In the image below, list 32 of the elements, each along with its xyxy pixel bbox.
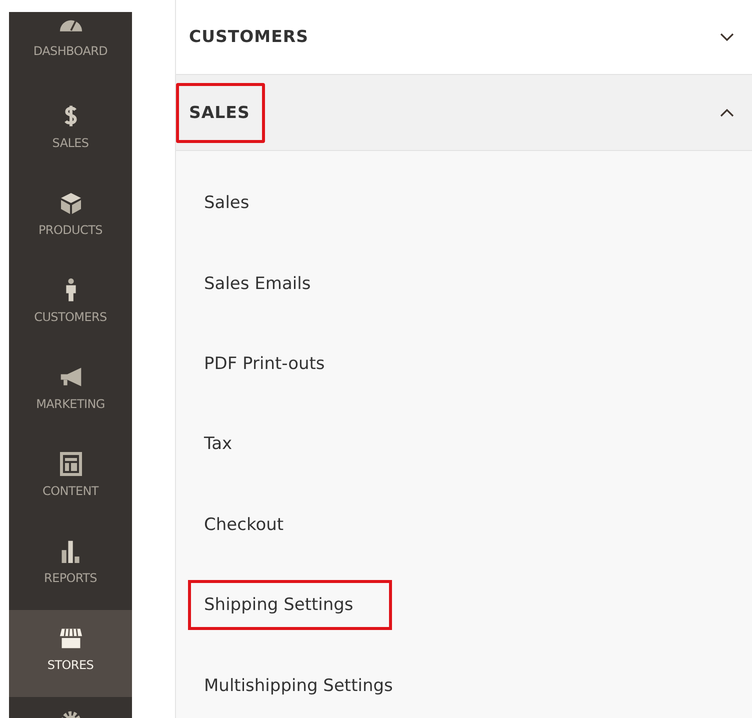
layout-icon: [58, 452, 82, 476]
nav-item[interactable]: CUSTOMERS: [9, 262, 132, 349]
nav-label: MARKETING: [36, 397, 105, 411]
section-title: SALES: [176, 82, 265, 142]
nav-label: SALES: [52, 136, 89, 150]
chevron-up-icon: [720, 108, 734, 116]
nav-item[interactable]: MARKETING: [9, 349, 132, 436]
nav-item[interactable]: SALES: [9, 88, 132, 175]
submenu-link[interactable]: Shipping Settings: [188, 580, 392, 630]
nav-item[interactable]: STORES: [9, 610, 132, 697]
nav-label: CONTENT: [42, 484, 98, 498]
submenu-link[interactable]: Sales: [188, 178, 288, 228]
box-icon: [58, 191, 82, 215]
store-icon: [58, 626, 82, 650]
nav-item[interactable]: DASHBOARD: [9, 12, 132, 88]
nav-label: DASHBOARD: [33, 44, 108, 58]
section-header[interactable]: SALES: [176, 75, 752, 151]
submenu-link[interactable]: Tax: [188, 419, 272, 470]
submenu-link[interactable]: Sales Emails: [188, 258, 350, 309]
submenu-link[interactable]: PDF Print-outs: [188, 338, 364, 389]
submenu-link[interactable]: Checkout: [188, 500, 323, 550]
nav-item[interactable]: PRODUCTS: [9, 175, 132, 262]
submenu-link[interactable]: Multishipping Settings: [188, 660, 432, 711]
chevron-down-icon: [720, 33, 734, 41]
nav-item[interactable]: CONTENT: [9, 436, 132, 523]
nav-label: REPORTS: [44, 571, 97, 585]
nav-label: PRODUCTS: [38, 223, 102, 237]
nav-label: CUSTOMERS: [34, 310, 107, 324]
nav-label: STORES: [47, 658, 94, 672]
megaphone-icon: [58, 365, 82, 389]
nav-item[interactable]: REPORTS: [9, 523, 132, 610]
section-title: CUSTOMERS: [188, 26, 310, 48]
